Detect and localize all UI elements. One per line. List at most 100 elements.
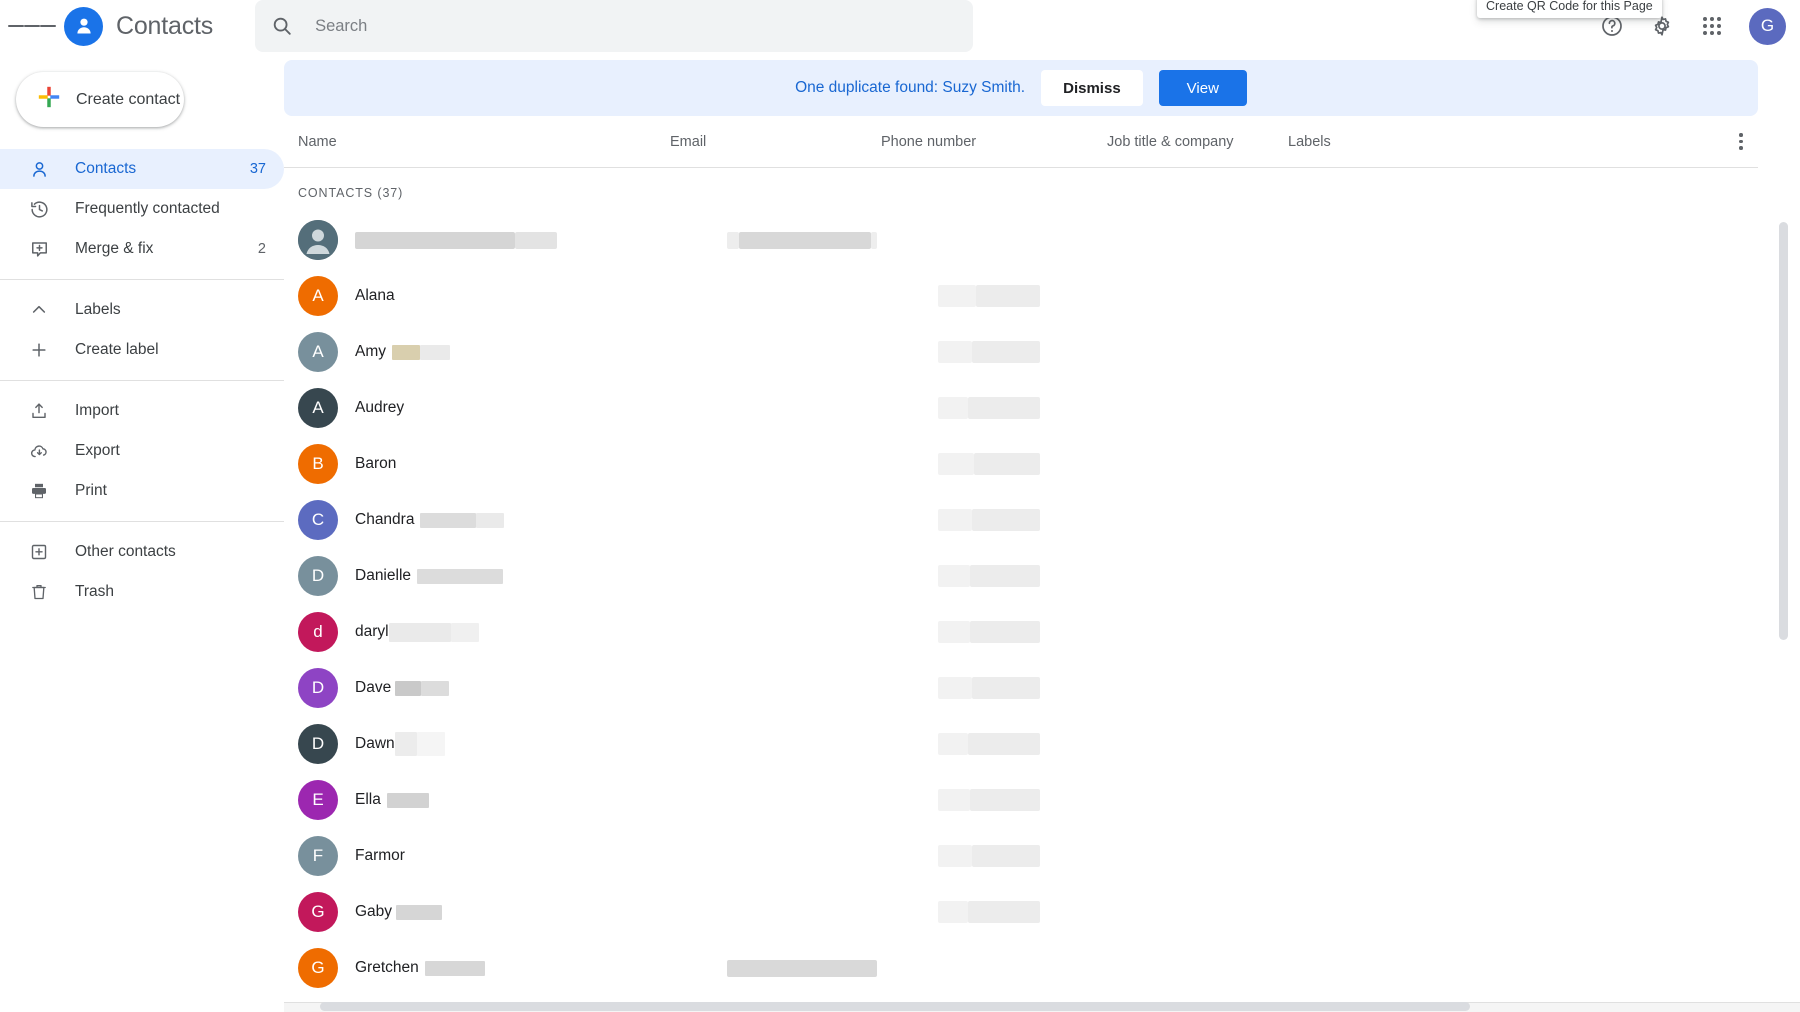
- sidebar-item-count: 37: [249, 161, 266, 177]
- search-box[interactable]: [255, 0, 974, 52]
- sidebar-item-contacts[interactable]: Contacts 37: [0, 149, 284, 189]
- cell-phone: [938, 621, 1040, 643]
- hamburger-menu-icon[interactable]: [8, 2, 56, 50]
- contact-name: Dave: [355, 679, 392, 696]
- avatar: d: [298, 612, 338, 652]
- cell-phone: [938, 341, 1040, 363]
- dismiss-button[interactable]: Dismiss: [1041, 70, 1143, 106]
- cell-phone: [938, 845, 1040, 867]
- table-row[interactable]: G Gaby: [284, 884, 1758, 940]
- sidebar-item-trash[interactable]: Trash: [0, 572, 284, 612]
- vertical-scrollbar[interactable]: [1779, 222, 1788, 994]
- apps-grid-icon[interactable]: [1689, 3, 1735, 49]
- horizontal-scrollbar[interactable]: [284, 1002, 1800, 1012]
- cell-name: Audrey: [355, 399, 727, 417]
- create-contact-button[interactable]: Create contact: [16, 72, 184, 127]
- column-header-email[interactable]: Email: [670, 134, 881, 150]
- avatar: A: [298, 332, 338, 372]
- table-row[interactable]: F Farmor: [284, 828, 1758, 884]
- cell-name: Danielle: [355, 567, 727, 585]
- table-row[interactable]: D Dawn: [284, 716, 1758, 772]
- table-row[interactable]: d daryl: [284, 604, 1758, 660]
- sidebar-item-import[interactable]: Import: [0, 391, 284, 431]
- avatar-initial: A: [312, 398, 324, 417]
- table-row[interactable]: E Ella: [284, 772, 1758, 828]
- sidebar-item-label: Trash: [75, 583, 115, 600]
- table-row[interactable]: A Alana: [284, 268, 1758, 324]
- cell-phone: [938, 901, 1040, 923]
- table-row[interactable]: B Baron: [284, 436, 1758, 492]
- cell-phone: [938, 285, 1040, 307]
- avatar-initial: E: [312, 790, 324, 809]
- cell-name: [355, 231, 727, 249]
- contacts-person-logo: [64, 6, 103, 46]
- avatar: E: [298, 780, 338, 820]
- column-header-labels[interactable]: Labels: [1288, 134, 1724, 150]
- table-row[interactable]: [284, 212, 1758, 268]
- sidebar-item-merge-and-fix[interactable]: Merge & fix 2: [0, 229, 284, 269]
- sidebar-item-create-label[interactable]: Create label: [0, 330, 284, 370]
- avatar-initial: d: [313, 622, 323, 641]
- sidebar-item-export[interactable]: Export: [0, 431, 284, 471]
- more-vertical-icon[interactable]: [1724, 133, 1758, 150]
- avatar-initial: B: [312, 454, 324, 473]
- horizontal-scrollbar-thumb[interactable]: [320, 1002, 1470, 1011]
- duplicate-message: One duplicate found: Suzy Smith.: [795, 79, 1026, 96]
- sidebar-item-label: Labels: [75, 301, 121, 318]
- table-row[interactable]: G Gretchen: [284, 940, 1758, 996]
- view-button[interactable]: View: [1158, 70, 1247, 106]
- contact-name: Baron: [355, 455, 397, 472]
- sidebar-item-label: Other contacts: [75, 543, 176, 560]
- contact-name: Gaby: [355, 903, 393, 920]
- sidebar-item-label: Contacts: [75, 160, 137, 177]
- contact-name: Gretchen: [355, 959, 419, 976]
- contact-name: Ella: [355, 791, 381, 808]
- cell-phone: [938, 677, 1040, 699]
- avatar: G: [298, 948, 338, 988]
- plus-icon: [28, 340, 50, 360]
- sidebar-divider-3: [0, 521, 284, 522]
- sidebar-item-count: 2: [257, 241, 266, 257]
- sidebar-item-label: Print: [75, 482, 107, 499]
- column-header-phone[interactable]: Phone number: [881, 134, 1107, 150]
- cell-phone: [938, 733, 1040, 755]
- avatar-initial: D: [311, 678, 325, 697]
- table-row[interactable]: C Chandra: [284, 492, 1758, 548]
- app-brand[interactable]: Contacts: [64, 6, 214, 46]
- contact-name: Farmor: [355, 847, 405, 864]
- app-title: Contacts: [116, 11, 214, 40]
- search-input[interactable]: [315, 16, 958, 36]
- sidebar-item-label: Create label: [75, 341, 159, 358]
- table-row[interactable]: A Audrey: [284, 380, 1758, 436]
- search-icon: [271, 15, 293, 37]
- cell-phone: [938, 565, 1040, 587]
- account-avatar[interactable]: G: [1749, 7, 1786, 45]
- top-app-bar: Contacts Search G Create QR Code for thi…: [0, 0, 1800, 52]
- sidebar-item-print[interactable]: Print: [0, 471, 284, 511]
- contacts-app: Contacts Search G Create QR Code for thi…: [0, 0, 1800, 1012]
- table-row[interactable]: D Dave: [284, 660, 1758, 716]
- cell-name: Chandra: [355, 511, 727, 529]
- scrollbar-thumb[interactable]: [1779, 222, 1788, 640]
- table-row[interactable]: A Amy: [284, 324, 1758, 380]
- main-content: One duplicate found: Suzy Smith. Dismiss…: [284, 52, 1800, 1012]
- contacts-section-label: CONTACTS (37): [298, 186, 404, 200]
- contact-name: Danielle: [355, 567, 412, 584]
- sidebar-item-label: Import: [75, 402, 119, 419]
- avatar: G: [298, 892, 338, 932]
- sidebar-item-labels[interactable]: Labels: [0, 290, 284, 330]
- apps-grid-dots: [1703, 17, 1721, 35]
- cell-phone: [938, 509, 1040, 531]
- sidebar-item-label: Merge & fix: [75, 240, 154, 257]
- column-header-job[interactable]: Job title & company: [1107, 134, 1288, 150]
- sidebar-item-other-contacts[interactable]: Other contacts: [0, 532, 284, 572]
- duplicate-banner: One duplicate found: Suzy Smith. Dismiss…: [284, 60, 1758, 116]
- contact-name: daryl: [355, 623, 389, 640]
- column-header-name[interactable]: Name: [298, 134, 670, 150]
- cell-name: Dawn: [355, 732, 727, 756]
- import-upload-icon: [28, 401, 50, 421]
- cell-name: Baron: [355, 455, 727, 473]
- sidebar-item-frequently-contacted[interactable]: Frequently contacted: [0, 189, 284, 229]
- table-row[interactable]: D Danielle: [284, 548, 1758, 604]
- cell-name: Amy: [355, 343, 727, 361]
